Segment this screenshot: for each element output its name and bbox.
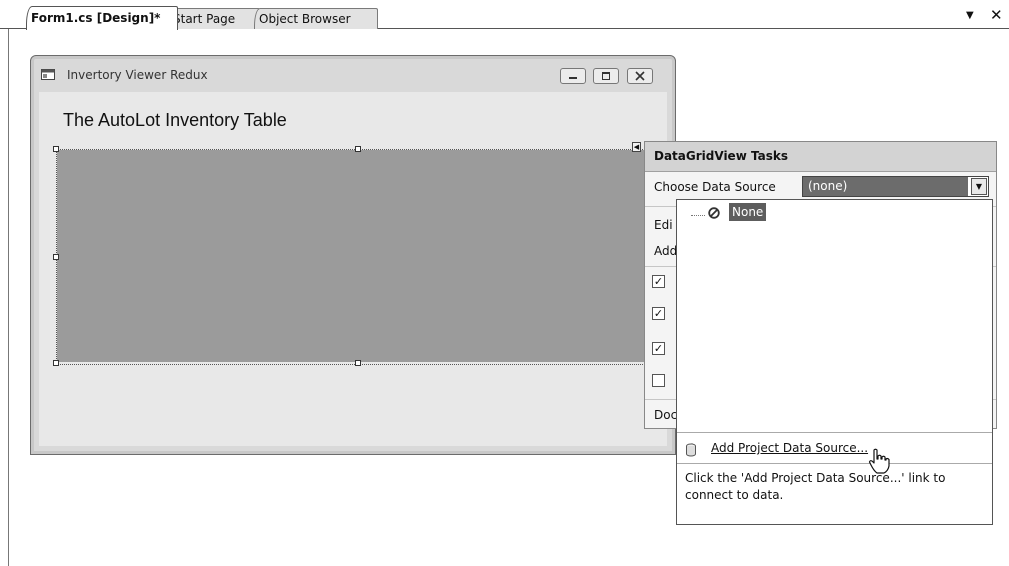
close-icon[interactable]: ✕ (990, 6, 1003, 24)
choose-data-source-label: Choose Data Source (654, 180, 776, 194)
resize-handle-top-left[interactable] (53, 146, 59, 152)
data-source-dropdown[interactable]: None Add Project Data Source... Click th… (676, 199, 993, 525)
maximize-icon (602, 72, 610, 80)
minimize-button[interactable] (560, 68, 586, 84)
form-client-area[interactable]: The AutoLot Inventory Table (39, 92, 667, 446)
smart-tag-glyph[interactable]: ◀ (632, 142, 641, 152)
maximize-button[interactable] (593, 68, 619, 84)
resize-handle-left[interactable] (53, 254, 59, 260)
tab-object-browser[interactable]: Object Browser (254, 8, 378, 29)
form-window[interactable]: Invertory Viewer Redux The AutoLot Inven… (30, 55, 676, 455)
add-project-data-source-link[interactable]: Add Project Data Source... (711, 441, 868, 455)
none-icon (708, 207, 720, 219)
edit-columns-link[interactable]: Edi (654, 218, 673, 232)
tasks-title: DataGridView Tasks (654, 149, 788, 163)
datagridview[interactable] (57, 150, 659, 362)
minimize-icon (569, 77, 577, 79)
form-title: Invertory Viewer Redux (67, 68, 208, 82)
help-text: Click the 'Add Project Data Source...' l… (685, 471, 946, 502)
tree-connector (691, 215, 705, 216)
enable-reordering-checkbox[interactable] (652, 374, 665, 387)
resize-handle-top[interactable] (355, 146, 361, 152)
close-button[interactable] (627, 68, 653, 84)
resize-handle-bottom[interactable] (355, 360, 361, 366)
form-titlebar[interactable]: Invertory Viewer Redux (31, 56, 675, 92)
form-app-icon (41, 69, 55, 80)
tab-start-page[interactable]: Start Page (168, 8, 260, 29)
tasks-header: DataGridView Tasks (645, 142, 996, 172)
enable-editing-checkbox[interactable]: ✓ (652, 307, 665, 320)
enable-deleting-checkbox[interactable]: ✓ (652, 342, 665, 355)
document-tab-strip: Form1.cs [Design]* Start Page Object Bro… (0, 0, 1009, 30)
dropdown-arrow-icon[interactable]: ▼ (966, 10, 974, 21)
data-source-combo[interactable]: (none) ▼ (802, 176, 989, 197)
resize-handle-bottom-left[interactable] (53, 360, 59, 366)
add-column-link[interactable]: Add (654, 244, 677, 258)
inventory-table-label[interactable]: The AutoLot Inventory Table (63, 110, 287, 131)
tree-item-none[interactable]: None (729, 203, 767, 221)
enable-adding-checkbox[interactable]: ✓ (652, 275, 665, 288)
dropdown-separator (677, 432, 992, 433)
dropdown-separator (677, 463, 992, 464)
chevron-down-icon[interactable]: ▼ (971, 178, 987, 195)
data-source-value[interactable]: (none) (803, 177, 968, 196)
tab-form1-design[interactable]: Form1.cs [Design]* (26, 6, 178, 30)
hand-cursor-icon (868, 448, 890, 474)
dock-link[interactable]: Doc (654, 408, 677, 422)
database-icon (686, 443, 696, 457)
close-icon (635, 71, 645, 81)
